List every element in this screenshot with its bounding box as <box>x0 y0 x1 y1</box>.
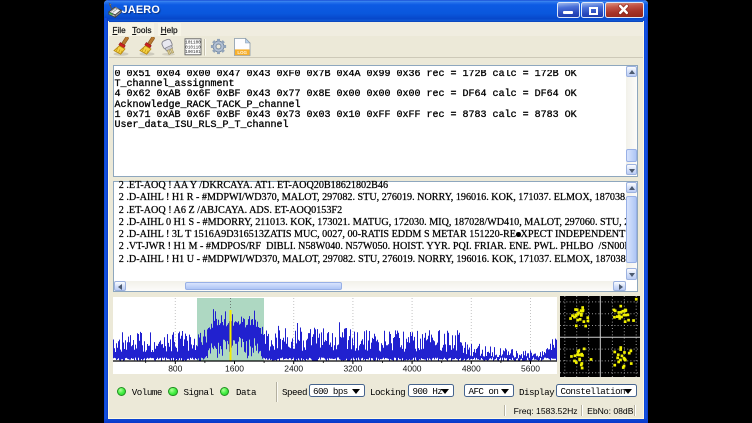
svg-text:800: 800 <box>168 364 182 374</box>
svg-text:5600: 5600 <box>521 364 540 374</box>
svg-text:LOG: LOG <box>237 50 247 55</box>
svg-text:1600: 1600 <box>225 364 244 374</box>
svg-text:3200: 3200 <box>343 364 362 374</box>
svg-text:4800: 4800 <box>462 364 481 374</box>
svg-text:100101: 100101 <box>185 50 201 55</box>
svg-text:4000: 4000 <box>403 364 422 374</box>
svg-text:2400: 2400 <box>284 364 303 374</box>
